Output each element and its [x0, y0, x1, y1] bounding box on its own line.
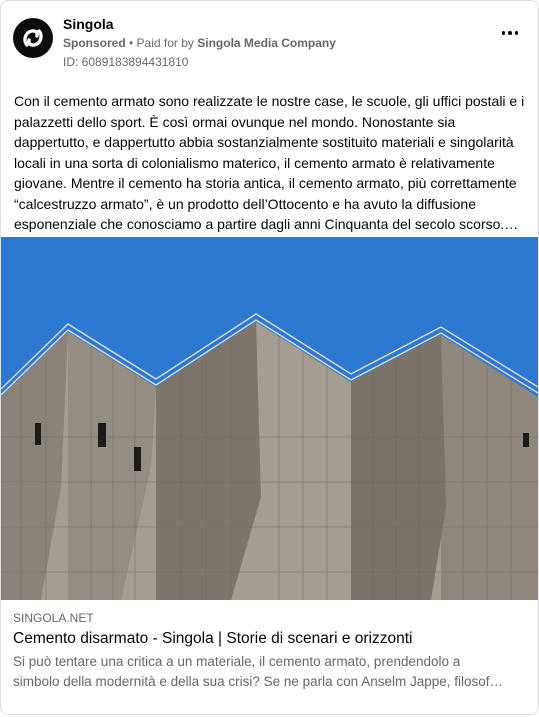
- sponsored-post-card: Singola Sponsored • Paid for by Singola …: [0, 0, 539, 715]
- more-options-icon[interactable]: [501, 31, 518, 35]
- page-name[interactable]: Singola: [63, 16, 114, 32]
- post-header: Singola Sponsored • Paid for by Singola …: [1, 1, 538, 81]
- link-title[interactable]: Cemento disarmato - Singola | Storie di …: [13, 629, 528, 649]
- paid-for-prefix: Paid for by: [136, 36, 198, 50]
- link-preview[interactable]: SINGOLA.NET Cemento disarmato - Singola …: [13, 610, 528, 692]
- page-avatar[interactable]: [13, 18, 53, 58]
- post-body-text: Con il cemento armato sono realizzate le…: [14, 93, 525, 232]
- sponsor-line: Sponsored • Paid for by Singola Media Co…: [63, 36, 336, 50]
- sponsored-label: Sponsored: [63, 36, 126, 50]
- ad-id: ID: 6089183894431810: [63, 55, 189, 69]
- post-image-concrete-building[interactable]: [1, 237, 538, 600]
- link-description: Si può tentare una critica a un material…: [13, 654, 504, 689]
- singola-logo-icon: [23, 29, 43, 47]
- link-domain: SINGOLA.NET: [13, 611, 94, 625]
- sponsor-company[interactable]: Singola Media Company: [197, 36, 336, 50]
- separator-dot: •: [125, 36, 137, 50]
